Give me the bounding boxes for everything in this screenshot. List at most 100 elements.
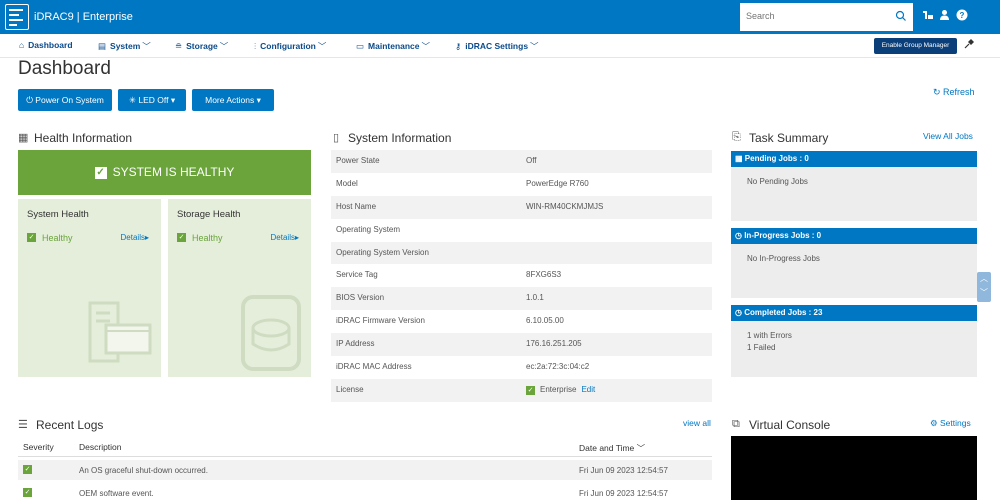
col-severity[interactable]: Severity (23, 442, 54, 452)
table-row: IP Address 176.16.251.205 (331, 333, 712, 357)
caret-down-icon: ▾ (168, 95, 176, 105)
storage-health-status: Healthy (192, 233, 223, 243)
pending-jobs-header[interactable]: ▦ Pending Jobs : 0 (731, 151, 977, 167)
chevron-down-icon: ﹀ (530, 41, 539, 51)
completed-jobs-body: 1 with Errors 1 Failed (731, 321, 977, 377)
storage-health-title: Storage Health (177, 209, 241, 220)
col-description[interactable]: Description (79, 442, 122, 452)
table-row: Operating System (331, 219, 712, 242)
led-button[interactable]: ✳ LED Off ▾ (118, 89, 186, 111)
row-key: License (336, 384, 364, 394)
enable-group-manager-button[interactable]: Enable Group Manager (874, 38, 957, 54)
system-health-card: System Health ✓ Healthy Details▸ (18, 199, 161, 377)
col-datetime[interactable]: Date and Time ﹀ (579, 442, 645, 454)
user-icon[interactable] (939, 9, 950, 24)
nav-storage[interactable]: ≘ Storage ﹀ (175, 40, 228, 52)
chevron-down-icon: ﹀ (421, 41, 431, 51)
table-row: License ✓ Enterprise Edit (331, 378, 712, 402)
table-row: Operating System Version (331, 241, 712, 265)
gear-icon: ⚙ (930, 418, 940, 428)
clipboard-icon: ⎘ (732, 131, 741, 143)
disk-illustration-icon (241, 295, 301, 371)
chevron-down-icon: ﹀ (142, 41, 151, 51)
table-row: Model PowerEdge R760 (331, 173, 712, 196)
sun-icon: ✳ (128, 95, 139, 105)
server-icon: ▤ (98, 41, 107, 51)
row-value: 1.0.1 (526, 293, 544, 303)
table-row[interactable]: ✓ An OS graceful shut-down occurred. Fri… (18, 460, 712, 480)
completed-errors-text: 1 with Errors (747, 331, 792, 340)
search-input[interactable] (746, 3, 886, 29)
license-edit-link[interactable]: Edit (581, 385, 595, 394)
list-icon: ▦ (18, 132, 29, 144)
caret-right-icon: ▸ (144, 233, 149, 242)
power-on-button[interactable]: ⏻ Power On System (18, 89, 112, 111)
page-title: Dashboard (18, 58, 111, 79)
row-key: Operating System Version (336, 247, 429, 257)
virtual-console-title: Virtual Console (749, 418, 831, 432)
check-icon: ✓ (94, 166, 107, 179)
completed-failed-text: 1 Failed (747, 343, 776, 352)
pending-jobs-body: No Pending Jobs (731, 167, 977, 221)
list-icon: ☰ (18, 419, 28, 431)
nav-configuration[interactable]: ⫶ Configuration ﹀ (254, 40, 326, 52)
chevron-down-icon: ﹀ (219, 41, 229, 51)
calendar-icon: ▦ (735, 154, 745, 163)
pin-icon[interactable] (964, 38, 975, 52)
caret-down-icon: ▾ (254, 95, 261, 105)
nav-dashboard[interactable]: ⌂ Dashboard (19, 40, 73, 50)
refresh-icon: ↻ (933, 87, 944, 97)
group-icon[interactable] (922, 9, 934, 24)
brand-title: iDRAC9 | Enterprise (34, 11, 133, 23)
view-all-jobs-link[interactable]: View All Jobs (923, 131, 973, 141)
chevron-down-icon[interactable]: ﹀ (977, 286, 991, 300)
logs-table-header: Severity Description Date and Time ﹀ (18, 437, 712, 457)
chevron-up-icon[interactable]: ︿ (977, 272, 991, 286)
refresh-link[interactable]: ↻ Refresh (933, 87, 975, 98)
row-value: PowerEdge R760 (526, 178, 589, 188)
power-icon: ⏻ (26, 95, 36, 105)
search-icon[interactable] (895, 10, 907, 24)
virtual-console-preview[interactable] (731, 436, 977, 500)
table-row[interactable]: ✓ OEM software event. Fri Jun 09 2023 12… (18, 483, 712, 500)
storage-health-details-link[interactable]: Details▸ (271, 233, 299, 242)
row-key: Host Name (336, 201, 377, 211)
scroll-arrows[interactable]: ︿ ﹀ (977, 272, 991, 302)
check-icon: ✓ (27, 233, 36, 242)
table-row: BIOS Version 1.0.1 (331, 287, 712, 311)
console-settings-link[interactable]: ⚙ Settings (930, 418, 971, 429)
row-key: Service Tag (336, 270, 378, 280)
more-actions-button[interactable]: More Actions ▾ (192, 89, 274, 111)
check-icon: ✓ (177, 233, 186, 242)
clock-icon: ◷ (735, 308, 745, 317)
storage-health-card: Storage Health ✓ Healthy Details▸ (168, 199, 311, 377)
help-icon[interactable]: ? (956, 9, 968, 24)
inprogress-jobs-header[interactable]: ◷ In-Progress Jobs : 0 (731, 228, 977, 244)
row-value: Off (526, 156, 537, 165)
license-value: ✓ Enterprise Edit (526, 384, 596, 395)
document-icon: ▯ (333, 132, 340, 144)
database-icon: ≘ (175, 41, 183, 51)
completed-jobs-header[interactable]: ◷ Completed Jobs : 23 (731, 305, 977, 321)
search-box[interactable] (740, 3, 913, 31)
log-datetime: Fri Jun 09 2023 12:54:57 (579, 466, 668, 475)
health-banner: ✓ SYSTEM IS HEALTHY (18, 150, 311, 195)
view-all-logs-link[interactable]: view all (683, 418, 711, 428)
system-info-title: System Information (348, 131, 452, 145)
home-icon: ⌂ (19, 40, 25, 50)
system-health-details-link[interactable]: Details▸ (121, 233, 149, 242)
nav-idrac-settings[interactable]: ⚷ iDRAC Settings ﹀ (455, 40, 539, 52)
table-row: Host Name WIN-RM40CKMJMJS (331, 195, 712, 219)
row-key: iDRAC Firmware Version (336, 316, 425, 326)
row-value: WIN-RM40CKMJMJS (526, 201, 604, 211)
recent-logs-title: Recent Logs (36, 418, 104, 432)
check-icon: ✓ (23, 488, 32, 497)
system-health-title: System Health (27, 209, 89, 220)
log-description: An OS graceful shut-down occurred. (79, 466, 208, 475)
svg-text:?: ? (960, 11, 965, 20)
table-row: Power State Off (331, 150, 712, 173)
nav-system[interactable]: ▤ System ﹀ (98, 40, 151, 52)
nav-maintenance[interactable]: ▭ Maintenance ﹀ (356, 40, 430, 52)
idrac-logo-icon (5, 4, 29, 30)
chevron-down-icon: ﹀ (634, 443, 646, 453)
